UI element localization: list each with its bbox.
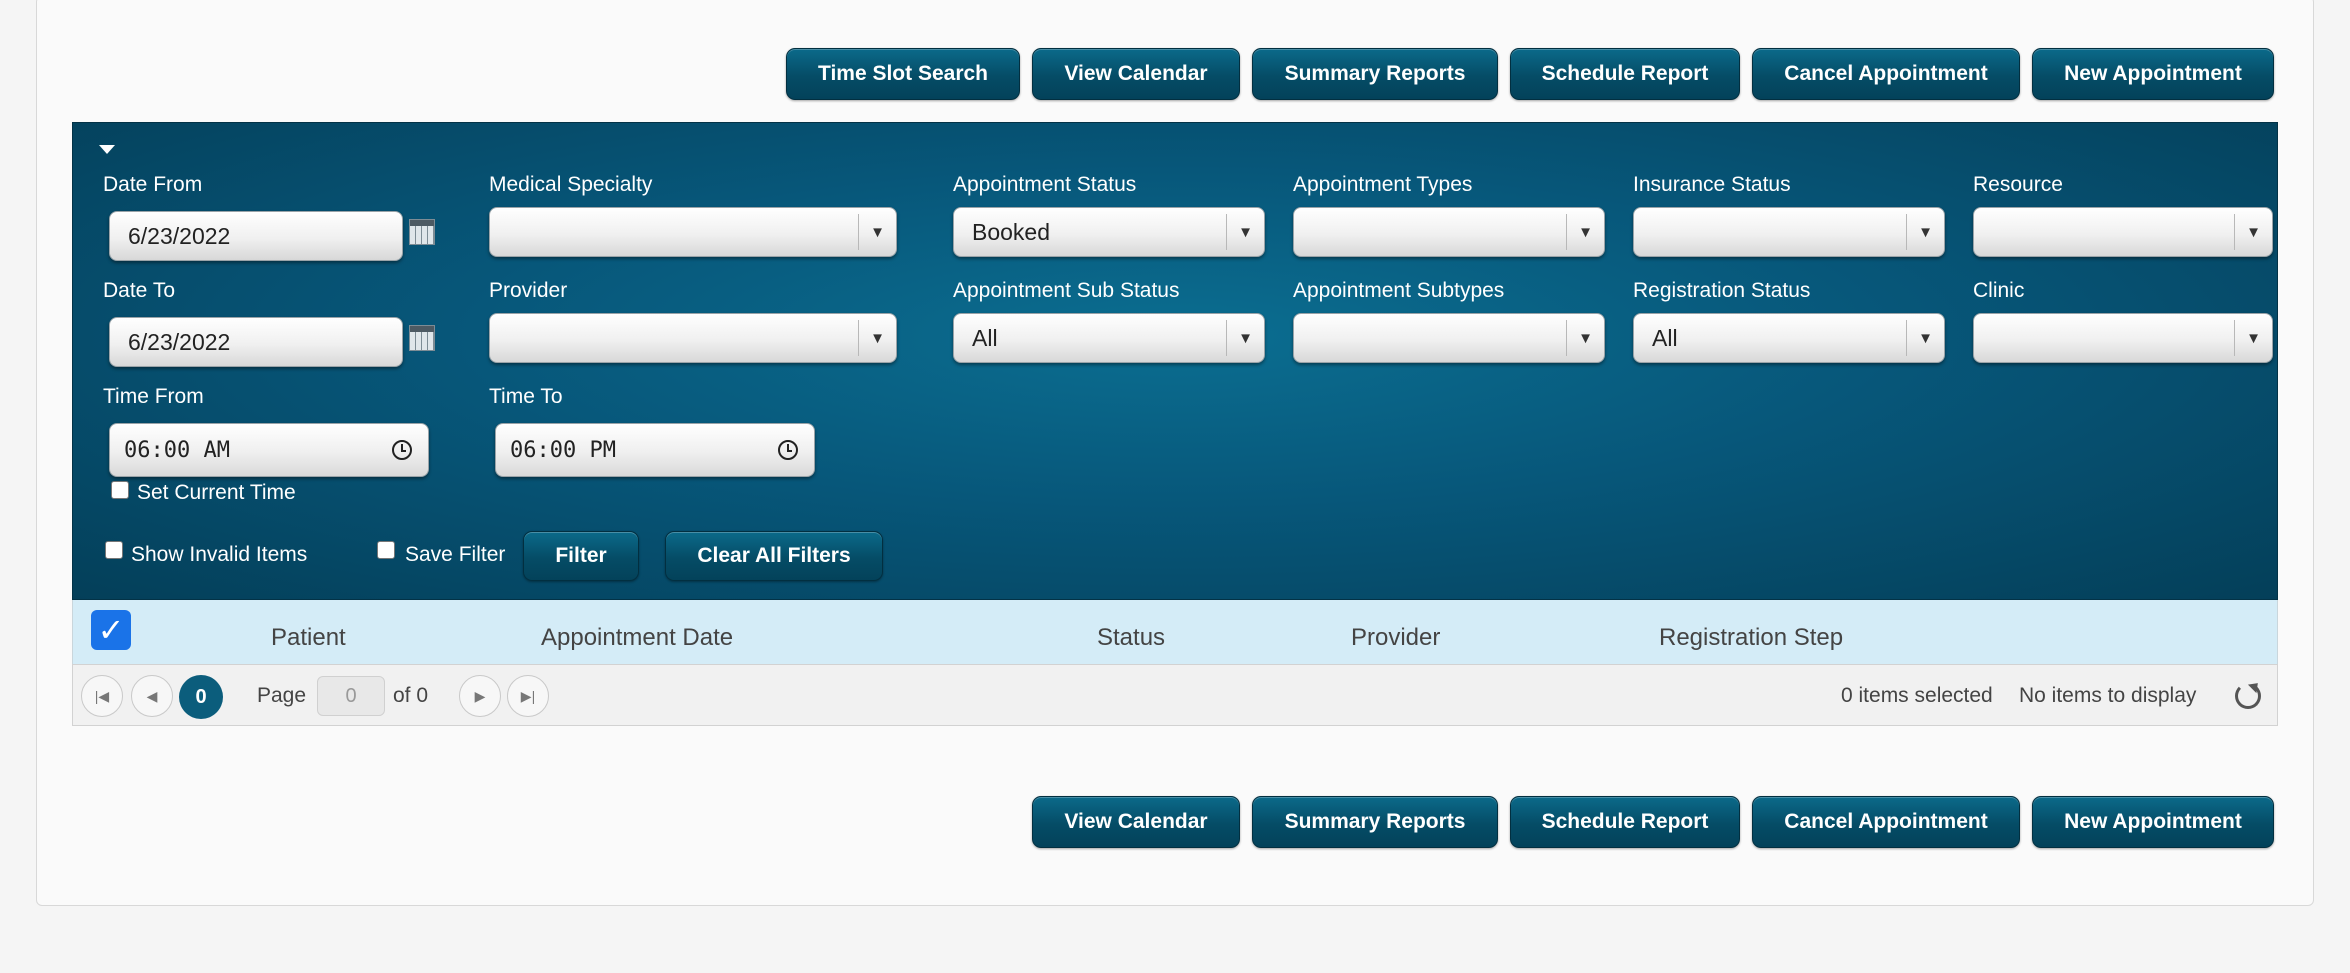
chevron-down-icon[interactable]: ▼ <box>1566 320 1604 356</box>
column-header-provider[interactable]: Provider <box>1351 624 1440 652</box>
appointment-sub-status-select[interactable]: All ▼ <box>953 313 1265 363</box>
current-page-number[interactable]: 0 <box>179 675 223 719</box>
set-current-time-label: Set Current Time <box>137 481 296 504</box>
chevron-down-icon[interactable]: ▼ <box>2234 214 2272 250</box>
appointment-sub-status-value: All <box>972 324 998 351</box>
registration-status-select[interactable]: All ▼ <box>1633 313 1945 363</box>
column-header-appointment-date[interactable]: Appointment Date <box>541 624 733 652</box>
insurance-status-select[interactable]: ▼ <box>1633 207 1945 257</box>
resource-label: Resource <box>1973 173 2063 196</box>
column-header-registration-step[interactable]: Registration Step <box>1659 624 1843 652</box>
time-from-label: Time From <box>103 385 204 408</box>
schedule-report-button[interactable]: Schedule Report <box>1510 796 1740 848</box>
date-to-label: Date To <box>103 279 175 302</box>
time-to-label: Time To <box>489 385 563 408</box>
save-filter-checkbox[interactable] <box>377 541 395 559</box>
chevron-down-icon[interactable]: ▼ <box>2234 320 2272 356</box>
clock-icon[interactable] <box>392 440 412 460</box>
grid-header: ✓ Patient Appointment Date Status Provid… <box>72 600 2278 664</box>
date-from-label: Date From <box>103 173 203 196</box>
summary-reports-button[interactable]: Summary Reports <box>1252 48 1498 100</box>
chevron-down-icon[interactable]: ▼ <box>858 320 896 356</box>
no-items-message: No items to display <box>2019 684 2197 707</box>
time-to-value: 06:00 PM <box>510 437 616 463</box>
first-page-icon[interactable]: |◀ <box>81 675 123 717</box>
calendar-icon[interactable] <box>409 325 435 351</box>
clinic-label: Clinic <box>1973 279 2025 302</box>
cancel-appointment-button[interactable]: Cancel Appointment <box>1752 48 2020 100</box>
set-current-time-checkbox[interactable] <box>111 481 129 499</box>
chevron-down-icon[interactable]: ▼ <box>1226 320 1264 356</box>
appointment-subtypes-label: Appointment Subtypes <box>1293 279 1505 302</box>
new-appointment-button[interactable]: New Appointment <box>2032 796 2274 848</box>
chevron-down-icon[interactable]: ▼ <box>1566 214 1604 250</box>
page-count-label: of 0 <box>393 684 429 707</box>
registration-status-value: All <box>1652 324 1678 351</box>
appointment-status-label: Appointment Status <box>953 173 1137 196</box>
column-header-patient[interactable]: Patient <box>271 624 346 652</box>
calendar-icon[interactable] <box>409 219 435 245</box>
medical-specialty-label: Medical Specialty <box>489 173 653 196</box>
appointment-sub-status-label: Appointment Sub Status <box>953 279 1180 302</box>
view-calendar-button[interactable]: View Calendar <box>1032 796 1240 848</box>
date-to-input[interactable]: 6/23/2022 <box>109 317 403 367</box>
chevron-down-icon[interactable]: ▼ <box>858 214 896 250</box>
time-slot-search-button[interactable]: Time Slot Search <box>786 48 1020 100</box>
page-label: Page <box>257 684 307 707</box>
new-appointment-button[interactable]: New Appointment <box>2032 48 2274 100</box>
show-invalid-items-label: Show Invalid Items <box>131 543 308 566</box>
clear-all-filters-button[interactable]: Clear All Filters <box>665 531 883 581</box>
page-number-input[interactable]: 0 <box>317 676 385 716</box>
filter-button[interactable]: Filter <box>523 531 639 581</box>
items-selected-count: 0 items selected <box>1841 684 1993 707</box>
bottom-action-bar: View Calendar Summary Reports Schedule R… <box>1032 796 2274 848</box>
time-from-value: 06:00 AM <box>124 437 230 463</box>
cancel-appointment-button[interactable]: Cancel Appointment <box>1752 796 2020 848</box>
grid-pager: |◀ ◀ 0 Page 0 of 0 ▶ ▶| 0 items selected… <box>72 664 2278 726</box>
refresh-icon[interactable] <box>2235 683 2261 709</box>
date-from-input[interactable]: 6/23/2022 <box>109 211 403 261</box>
save-filter-label: Save Filter <box>405 543 506 566</box>
provider-select[interactable]: ▼ <box>489 313 897 363</box>
appointment-status-select[interactable]: Booked ▼ <box>953 207 1265 257</box>
next-page-icon[interactable]: ▶ <box>459 675 501 717</box>
time-from-input[interactable]: 06:00 AM <box>109 423 429 477</box>
show-invalid-items-checkbox[interactable] <box>105 541 123 559</box>
insurance-status-label: Insurance Status <box>1633 173 1791 196</box>
registration-status-label: Registration Status <box>1633 279 1811 302</box>
provider-label: Provider <box>489 279 568 302</box>
chevron-down-icon[interactable]: ▼ <box>1906 320 1944 356</box>
last-page-icon[interactable]: ▶| <box>507 675 549 717</box>
appointment-types-label: Appointment Types <box>1293 173 1473 196</box>
previous-page-icon[interactable]: ◀ <box>131 675 173 717</box>
resource-select[interactable]: ▼ <box>1973 207 2273 257</box>
top-action-bar: Time Slot Search View Calendar Summary R… <box>786 48 2274 100</box>
appointment-subtypes-select[interactable]: ▼ <box>1293 313 1605 363</box>
chevron-down-icon[interactable]: ▼ <box>1226 214 1264 250</box>
column-header-status[interactable]: Status <box>1097 624 1165 652</box>
clock-icon[interactable] <box>778 440 798 460</box>
time-to-input[interactable]: 06:00 PM <box>495 423 815 477</box>
filter-panel: Date From 6/23/2022 Date To 6/23/2022 Ti… <box>72 122 2278 600</box>
schedule-report-button[interactable]: Schedule Report <box>1510 48 1740 100</box>
appointment-status-value: Booked <box>972 218 1051 245</box>
view-calendar-button[interactable]: View Calendar <box>1032 48 1240 100</box>
medical-specialty-select[interactable]: ▼ <box>489 207 897 257</box>
collapse-caret-icon[interactable] <box>99 145 115 154</box>
select-all-checkbox[interactable]: ✓ <box>91 610 131 650</box>
summary-reports-button[interactable]: Summary Reports <box>1252 796 1498 848</box>
clinic-select[interactable]: ▼ <box>1973 313 2273 363</box>
appointment-types-select[interactable]: ▼ <box>1293 207 1605 257</box>
chevron-down-icon[interactable]: ▼ <box>1906 214 1944 250</box>
